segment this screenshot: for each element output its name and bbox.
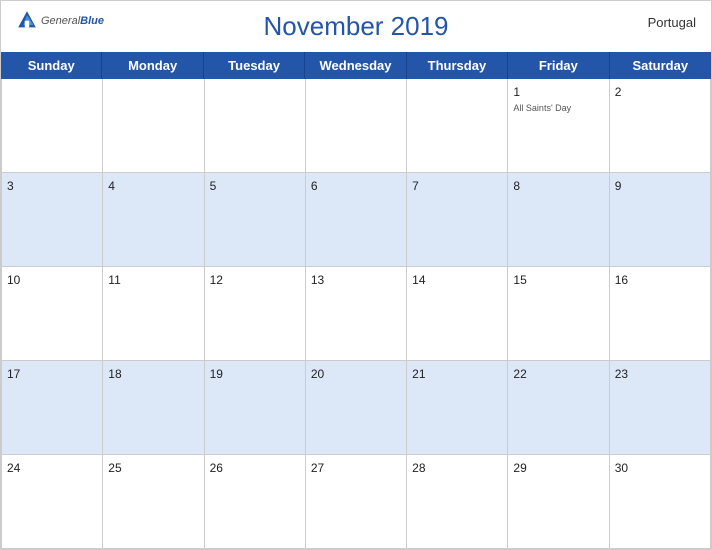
holiday-text: All Saints' Day [513, 103, 603, 113]
day-cell [103, 79, 204, 173]
day-4: 4 [103, 173, 204, 267]
day-20: 20 [306, 361, 407, 455]
day-number: 30 [615, 461, 628, 475]
day-number: 8 [513, 179, 520, 193]
day-number: 27 [311, 461, 324, 475]
day-cell [205, 79, 306, 173]
day-number: 28 [412, 461, 425, 475]
weekday-thursday: Thursday [407, 52, 508, 79]
day-number: 21 [412, 367, 425, 381]
weekday-sunday: Sunday [1, 52, 102, 79]
week-row-2: 3 4 5 6 7 8 9 [2, 173, 711, 267]
day-cell [2, 79, 103, 173]
day-19: 19 [205, 361, 306, 455]
day-number: 18 [108, 367, 121, 381]
day-number: 20 [311, 367, 324, 381]
day-number: 11 [108, 273, 120, 287]
week-row-5: 24 25 26 27 28 29 30 [2, 455, 711, 549]
day-number: 22 [513, 367, 526, 381]
day-17: 17 [2, 361, 103, 455]
day-10: 10 [2, 267, 103, 361]
day-number: 26 [210, 461, 223, 475]
day-14: 14 [407, 267, 508, 361]
country-label: Portugal [648, 15, 696, 30]
day-26: 26 [205, 455, 306, 549]
month-title: November 2019 [264, 11, 449, 42]
day-22: 22 [508, 361, 609, 455]
calendar-header: GeneralBlue November 2019 Portugal [1, 1, 711, 52]
day-number: 17 [7, 367, 20, 381]
day-15: 15 [508, 267, 609, 361]
day-number: 16 [615, 273, 628, 287]
day-5: 5 [205, 173, 306, 267]
day-number: 12 [210, 273, 223, 287]
logo-icon [16, 9, 38, 31]
day-30: 30 [610, 455, 711, 549]
day-1: 1 All Saints' Day [508, 79, 609, 173]
week-row-1: 1 All Saints' Day 2 [2, 79, 711, 173]
day-number: 15 [513, 273, 526, 287]
day-number: 1 [513, 85, 520, 99]
day-number: 2 [615, 85, 622, 99]
day-21: 21 [407, 361, 508, 455]
weekdays-header: Sunday Monday Tuesday Wednesday Thursday… [1, 52, 711, 79]
day-cell [407, 79, 508, 173]
day-number: 13 [311, 273, 324, 287]
day-number: 24 [7, 461, 20, 475]
day-number: 23 [615, 367, 628, 381]
day-number: 5 [210, 179, 217, 193]
day-number: 9 [615, 179, 622, 193]
day-number: 25 [108, 461, 121, 475]
day-number: 6 [311, 179, 318, 193]
week-row-4: 17 18 19 20 21 22 23 [2, 361, 711, 455]
day-16: 16 [610, 267, 711, 361]
day-13: 13 [306, 267, 407, 361]
day-6: 6 [306, 173, 407, 267]
weekday-monday: Monday [102, 52, 203, 79]
logo: GeneralBlue [16, 9, 104, 31]
day-25: 25 [103, 455, 204, 549]
week-row-3: 10 11 12 13 14 15 16 [2, 267, 711, 361]
day-11: 11 [103, 267, 204, 361]
day-23: 23 [610, 361, 711, 455]
calendar: GeneralBlue November 2019 Portugal Sunda… [0, 0, 712, 550]
calendar-body: 1 All Saints' Day 2 3 4 5 6 7 8 9 10 11 … [1, 79, 711, 549]
day-number: 29 [513, 461, 526, 475]
weekday-saturday: Saturday [610, 52, 711, 79]
day-27: 27 [306, 455, 407, 549]
day-number: 14 [412, 273, 425, 287]
day-18: 18 [103, 361, 204, 455]
day-29: 29 [508, 455, 609, 549]
logo-general: General [41, 15, 80, 27]
day-28: 28 [407, 455, 508, 549]
weekday-friday: Friday [508, 52, 609, 79]
day-number: 7 [412, 179, 419, 193]
day-2: 2 [610, 79, 711, 173]
day-7: 7 [407, 173, 508, 267]
weekday-tuesday: Tuesday [204, 52, 305, 79]
day-3: 3 [2, 173, 103, 267]
day-8: 8 [508, 173, 609, 267]
day-9: 9 [610, 173, 711, 267]
logo-text: GeneralBlue [41, 11, 104, 29]
day-number: 10 [7, 273, 20, 287]
day-cell [306, 79, 407, 173]
weekday-wednesday: Wednesday [305, 52, 406, 79]
logo-blue: Blue [80, 15, 104, 27]
day-number: 19 [210, 367, 223, 381]
day-number: 4 [108, 179, 115, 193]
day-12: 12 [205, 267, 306, 361]
day-24: 24 [2, 455, 103, 549]
day-number: 3 [7, 179, 14, 193]
